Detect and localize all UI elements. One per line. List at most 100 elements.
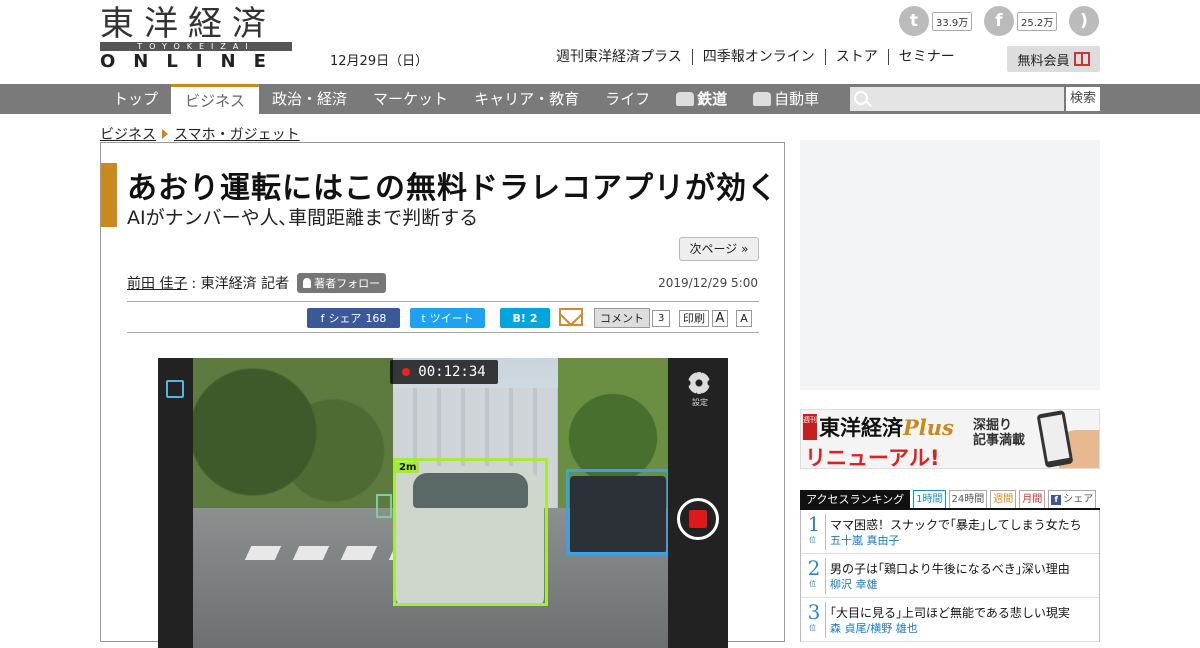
nav-label: ライフ bbox=[605, 90, 651, 108]
link-shikiho[interactable]: 四季報オンライン bbox=[691, 49, 825, 65]
global-nav: トップ ビジネス 政治・経済 マーケット キャリア・教育 ライフ 鉄道 自動車 … bbox=[0, 84, 1200, 114]
rank-author[interactable]: 森 貞尾/横野 雄也 bbox=[830, 620, 918, 636]
comment-button[interactable]: コメント 3 bbox=[594, 308, 671, 328]
rank-divider bbox=[825, 602, 826, 638]
link-weekly-plus[interactable]: 週刊東洋経済プラス bbox=[556, 49, 692, 65]
nav-automobile[interactable]: 自動車 bbox=[740, 84, 832, 114]
logo-online: ONLINE bbox=[100, 51, 284, 72]
link-seminar[interactable]: セミナー bbox=[887, 49, 965, 65]
print-button[interactable]: 印刷 bbox=[679, 310, 709, 327]
ranking-item[interactable]: 2 位 男の子は｢鶏口より牛後になるべき｣深い理由 柳沢 幸雄 bbox=[801, 554, 1099, 598]
ranking-tabs: アクセスランキング 1時間 24時間 週間 月間 f シェア bbox=[800, 490, 1100, 510]
facebook-count: 25.2万 bbox=[1017, 11, 1058, 31]
rank-divider bbox=[825, 514, 826, 550]
header-date: 12月29日（日） bbox=[330, 54, 429, 69]
article-box: あおり運転にはこの無料ドラレコアプリが効く AIがナンバーや人､車間距離まで判断… bbox=[100, 142, 785, 648]
ad-slot bbox=[800, 140, 1100, 390]
rank-suffix: 位 bbox=[809, 624, 816, 632]
article-subtitle: AIがナンバーや人､車間距離まで判断する bbox=[127, 207, 479, 229]
nav-market[interactable]: マーケット bbox=[360, 84, 461, 114]
train-icon bbox=[676, 92, 695, 106]
timer-text: 00:12:34 bbox=[418, 364, 486, 380]
tab-monthly[interactable]: 月間 bbox=[1019, 490, 1046, 508]
title-accent-bar bbox=[101, 163, 117, 227]
tab-24hours[interactable]: 24時間 bbox=[948, 490, 988, 508]
rank-author[interactable]: 五十嵐 真由子 bbox=[830, 532, 900, 548]
nav-life[interactable]: ライフ bbox=[592, 84, 663, 114]
font-size-large-button[interactable]: A bbox=[712, 310, 728, 327]
article-title: あおり運転にはこの無料ドラレコアプリが効く bbox=[127, 171, 778, 206]
nav-business[interactable]: ビジネス bbox=[171, 84, 260, 114]
nav-label: キャリア・教育 bbox=[474, 90, 580, 108]
tweet-button[interactable]: t ツイート bbox=[410, 308, 485, 328]
settings-label: 設定 bbox=[692, 398, 708, 407]
rank-suffix: 位 bbox=[809, 536, 816, 544]
author-follow-button[interactable]: 著者フォロー bbox=[297, 273, 387, 293]
nav-politics-economy[interactable]: 政治・経済 bbox=[259, 84, 360, 114]
comment-count: 3 bbox=[652, 309, 671, 327]
nav-label: トップ bbox=[113, 90, 159, 108]
site-logo[interactable]: 東洋経済 TOYOKEIZAI ONLINE bbox=[100, 4, 292, 72]
banner-tagline: 深掘り 記事満載 bbox=[973, 418, 1025, 448]
ranking-item[interactable]: 1 位 ママ困惑！スナックで｢暴走｣してしまう女たち 五十嵐 真由子 bbox=[801, 510, 1099, 554]
hatena-bookmark-button[interactable]: B! 2 bbox=[500, 308, 550, 328]
next-page-button[interactable]: 次ページ » bbox=[679, 237, 759, 261]
twitter-follow[interactable]: t 33.9万 bbox=[899, 6, 973, 36]
banner-tagline-1: 深掘り bbox=[973, 418, 1013, 433]
ranking-item[interactable]: 3 位 ｢大目に見る｣上司ほど無能である悲しい現実 森 貞尾/横野 雄也 bbox=[801, 598, 1099, 642]
tweet-label: ツイート bbox=[429, 312, 474, 325]
tab-share-label: シェア bbox=[1063, 493, 1094, 505]
logo-kanji: 東洋経済 bbox=[100, 4, 276, 44]
publish-date: 2019/12/29 5:00 bbox=[658, 276, 758, 290]
tab-share[interactable]: f シェア bbox=[1048, 490, 1097, 508]
banner-weekly-tag: 週刊 bbox=[803, 414, 817, 440]
link-store[interactable]: ストア bbox=[824, 49, 888, 65]
rank-suffix: 位 bbox=[809, 580, 816, 588]
image-left-panel bbox=[158, 358, 193, 648]
breadcrumb-gadget[interactable]: スマホ・ガジェット bbox=[174, 124, 300, 144]
car-icon bbox=[753, 92, 772, 106]
toyokeizai-plus-banner[interactable]: 週刊 東洋経済Plus リニューアル! 深掘り 記事満載 bbox=[800, 409, 1100, 469]
detection-box-blue bbox=[566, 469, 670, 555]
rank-number: 1 bbox=[807, 512, 821, 536]
facebook-icon: f bbox=[984, 6, 1014, 36]
author-name[interactable]: 前田 佳子 bbox=[127, 273, 187, 293]
facebook-follow[interactable]: f 25.2万 bbox=[984, 6, 1058, 36]
search-button[interactable]: 検索 bbox=[1066, 87, 1100, 111]
nav-label: マーケット bbox=[373, 90, 449, 108]
rank-author[interactable]: 柳沢 幸雄 bbox=[830, 576, 878, 592]
rank-headline[interactable]: ママ困惑！スナックで｢暴走｣してしまう女たち bbox=[830, 516, 1082, 533]
record-button-icon bbox=[677, 498, 719, 540]
rss-link[interactable]: ) bbox=[1069, 6, 1099, 36]
rank-headline[interactable]: ｢大目に見る｣上司ほど無能である悲しい現実 bbox=[830, 604, 1070, 621]
banner-title-plus: Plus bbox=[903, 415, 954, 440]
member-label: 無料会員 bbox=[1017, 53, 1070, 69]
free-member-button[interactable]: 無料会員 bbox=[1007, 46, 1100, 72]
ranking-list: 1 位 ママ困惑！スナックで｢暴走｣してしまう女たち 五十嵐 真由子 2 位 男… bbox=[800, 510, 1100, 642]
rank-divider bbox=[825, 558, 826, 594]
facebook-share-button[interactable]: f シェア 168 bbox=[307, 308, 400, 328]
breadcrumb-business[interactable]: ビジネス bbox=[100, 124, 156, 144]
person-icon bbox=[303, 278, 312, 288]
gear-icon bbox=[688, 372, 710, 394]
font-size-small-button[interactable]: A bbox=[736, 310, 752, 327]
banner-tagline-2: 記事満載 bbox=[973, 433, 1026, 448]
tab-weekly[interactable]: 週間 bbox=[990, 490, 1017, 508]
nav-label: 鉄道 bbox=[697, 90, 728, 108]
recording-dot-icon bbox=[402, 368, 411, 376]
twitter-icon: t bbox=[899, 6, 929, 36]
site-header: 東洋経済 TOYOKEIZAI ONLINE 12月29日（日） t 33.9万… bbox=[0, 0, 1200, 84]
tab-1hour[interactable]: 1時間 bbox=[913, 490, 946, 508]
search-input[interactable] bbox=[850, 87, 1064, 111]
article-hero-image: 2m 00:12:34 設定 bbox=[158, 358, 728, 648]
phone-image bbox=[1036, 410, 1074, 468]
nav-top[interactable]: トップ bbox=[100, 84, 171, 114]
nav-career-education[interactable]: キャリア・教育 bbox=[461, 84, 592, 114]
fb-share-label: シェア bbox=[328, 312, 362, 325]
rank-headline[interactable]: 男の子は｢鶏口より牛後になるべき｣深い理由 bbox=[830, 560, 1070, 577]
mail-icon[interactable] bbox=[559, 308, 583, 326]
twitter-count: 33.9万 bbox=[932, 11, 973, 31]
nav-label: 自動車 bbox=[774, 90, 820, 108]
nav-railway[interactable]: 鉄道 bbox=[663, 84, 740, 114]
rss-icon: ) bbox=[1069, 6, 1099, 36]
